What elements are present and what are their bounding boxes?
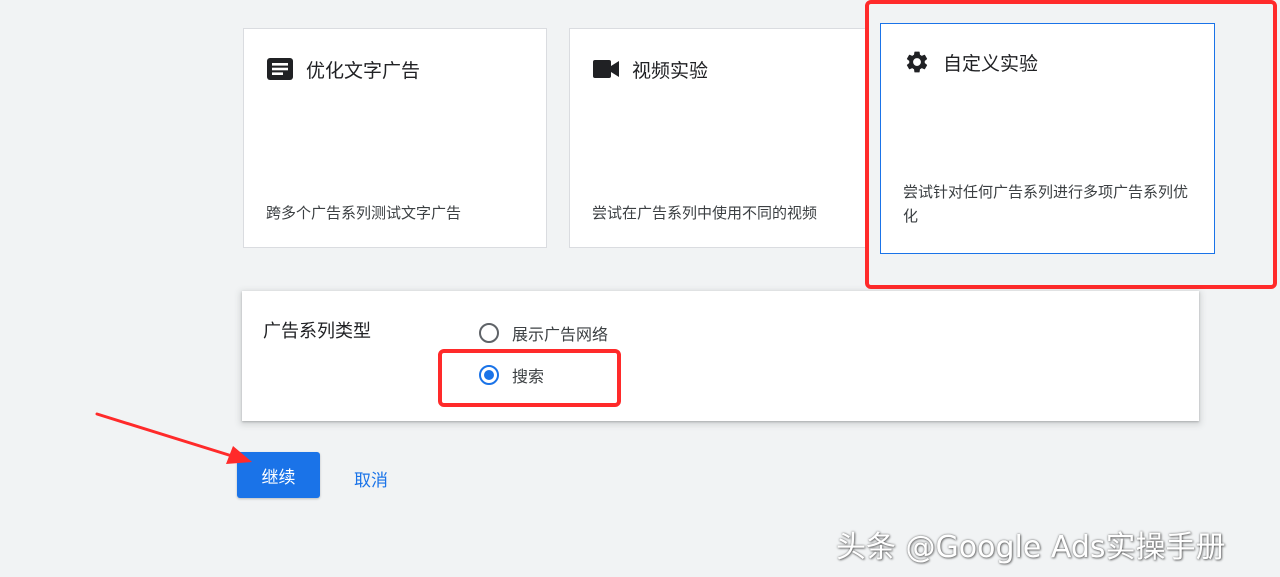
gear-icon <box>903 48 931 76</box>
videocam-icon <box>592 55 620 83</box>
card-title: 优化文字广告 <box>306 59 421 82</box>
card-title: 视频实验 <box>632 59 709 82</box>
ad-text-icon <box>266 55 294 83</box>
radio-option-display-network[interactable]: 展示广告网络 <box>479 321 608 345</box>
radio-button-selected[interactable] <box>479 365 499 385</box>
radio-label: 展示广告网络 <box>512 325 609 344</box>
card-title: 自定义实验 <box>943 52 1039 75</box>
card-description: 尝试针对任何广告系列进行多项广告系列优化 <box>903 183 1189 225</box>
radio-option-search[interactable]: 搜索 <box>479 363 544 387</box>
continue-button[interactable]: 继续 <box>237 452 320 498</box>
card-header: 视频实验 <box>592 55 708 83</box>
radio-label: 搜索 <box>512 367 545 386</box>
radio-dot <box>484 370 494 380</box>
watermark-text: 头条 @Google Ads实操手册 <box>836 530 1226 565</box>
campaign-type-label: 广告系列类型 <box>263 321 371 342</box>
radio-button[interactable] <box>479 323 499 343</box>
experiment-card-video[interactable]: 视频实验 尝试在广告系列中使用不同的视频 <box>569 28 869 248</box>
cancel-button[interactable]: 取消 <box>354 466 388 491</box>
card-header: 优化文字广告 <box>266 55 420 83</box>
card-description: 尝试在广告系列中使用不同的视频 <box>592 204 818 222</box>
campaign-type-panel: 广告系列类型 展示广告网络 搜索 <box>242 291 1199 421</box>
card-header: 自定义实验 <box>903 48 1038 76</box>
experiment-card-text-ads[interactable]: 优化文字广告 跨多个广告系列测试文字广告 <box>243 28 547 248</box>
card-description: 跨多个广告系列测试文字广告 <box>266 204 462 222</box>
experiment-card-custom[interactable]: 自定义实验 尝试针对任何广告系列进行多项广告系列优化 <box>880 23 1215 254</box>
